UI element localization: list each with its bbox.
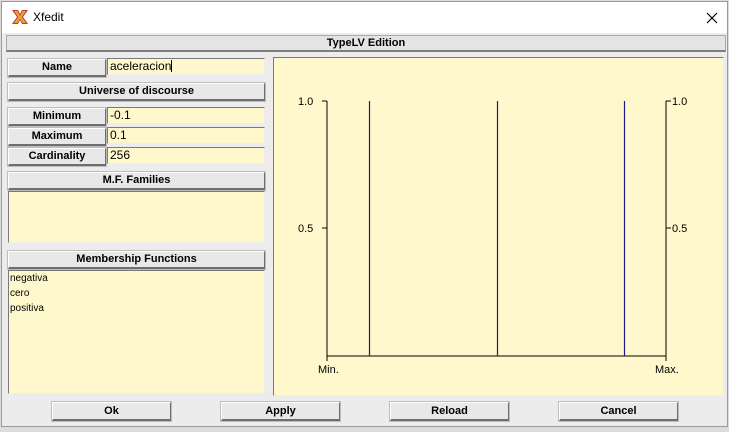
mf-families-button[interactable]: M.F. Families [8, 172, 265, 190]
membership-functions-list[interactable]: negativa cero positiva [8, 270, 265, 394]
name-input[interactable]: aceleracion [107, 58, 265, 75]
name-input-value: aceleracion [110, 59, 172, 73]
cancel-button[interactable]: Cancel [559, 402, 678, 421]
membership-functions-button[interactable]: Membership Functions [8, 251, 265, 269]
cardinality-input[interactable]: 256 [107, 147, 265, 164]
window-title: Xfedit [33, 10, 64, 24]
list-item-cero[interactable]: cero [10, 287, 264, 302]
xfedit-x-icon [11, 9, 29, 25]
close-icon [706, 12, 718, 23]
name-label: Name [8, 59, 106, 77]
minimum-input[interactable]: -0.1 [107, 107, 265, 124]
y-tick-label-left-1: 1.0 [298, 96, 313, 108]
membership-plot: 1.0 0.5 1.0 0.5 Min. Max. [273, 57, 724, 396]
y-tick-label-right-1: 1.0 [672, 96, 687, 108]
apply-button[interactable]: Apply [221, 402, 340, 421]
maximum-label: Maximum [8, 128, 106, 146]
maximum-input[interactable]: 0.1 [107, 127, 265, 144]
ok-button[interactable]: Ok [52, 402, 171, 421]
title-bar[interactable]: Xfedit [2, 2, 727, 33]
minimum-label: Minimum [8, 108, 106, 126]
mf-families-list[interactable] [8, 191, 265, 243]
cardinality-label: Cardinality [8, 148, 106, 166]
list-item-positiva[interactable]: positiva [10, 302, 264, 317]
xfedit-window: Xfedit TypeLV Edition Name aceleracion U… [1, 1, 728, 427]
membership-plot-svg: 1.0 0.5 1.0 0.5 Min. Max. [298, 96, 687, 376]
list-item-negativa[interactable]: negativa [10, 272, 264, 287]
y-tick-label-left-05: 0.5 [298, 223, 313, 235]
x-tick-label-max: Max. [655, 364, 679, 376]
universe-of-discourse-button[interactable]: Universe of discourse [8, 83, 265, 101]
close-button[interactable] [697, 2, 727, 33]
y-tick-label-right-05: 0.5 [672, 223, 687, 235]
text-caret [171, 60, 173, 72]
x-tick-label-min: Min. [318, 364, 339, 376]
series-layer [368, 101, 626, 356]
section-header: TypeLV Edition [6, 35, 726, 52]
reload-button[interactable]: Reload [390, 402, 509, 421]
